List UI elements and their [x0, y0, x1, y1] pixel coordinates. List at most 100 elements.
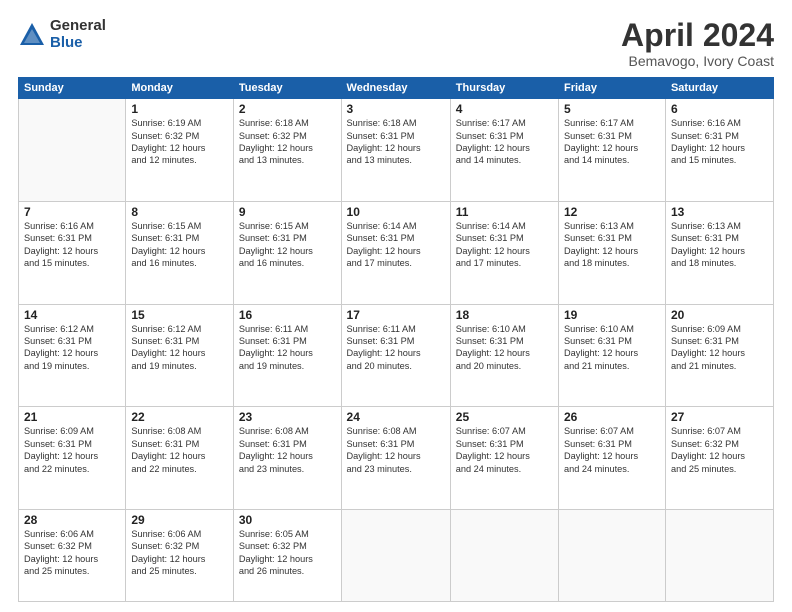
day-info: Sunrise: 6:17 AM Sunset: 6:31 PM Dayligh…: [564, 117, 660, 167]
calendar-cell: 4Sunrise: 6:17 AM Sunset: 6:31 PM Daylig…: [450, 99, 558, 202]
week-row-1: 1Sunrise: 6:19 AM Sunset: 6:32 PM Daylig…: [19, 99, 774, 202]
calendar-cell: 8Sunrise: 6:15 AM Sunset: 6:31 PM Daylig…: [126, 201, 234, 304]
calendar-cell: 10Sunrise: 6:14 AM Sunset: 6:31 PM Dayli…: [341, 201, 450, 304]
day-info: Sunrise: 6:14 AM Sunset: 6:31 PM Dayligh…: [347, 220, 445, 270]
day-info: Sunrise: 6:18 AM Sunset: 6:31 PM Dayligh…: [347, 117, 445, 167]
calendar-cell: 24Sunrise: 6:08 AM Sunset: 6:31 PM Dayli…: [341, 407, 450, 510]
day-info: Sunrise: 6:09 AM Sunset: 6:31 PM Dayligh…: [24, 425, 120, 475]
week-row-4: 21Sunrise: 6:09 AM Sunset: 6:31 PM Dayli…: [19, 407, 774, 510]
calendar-cell: 14Sunrise: 6:12 AM Sunset: 6:31 PM Dayli…: [19, 304, 126, 407]
day-info: Sunrise: 6:07 AM Sunset: 6:31 PM Dayligh…: [564, 425, 660, 475]
day-info: Sunrise: 6:15 AM Sunset: 6:31 PM Dayligh…: [131, 220, 228, 270]
day-info: Sunrise: 6:07 AM Sunset: 6:31 PM Dayligh…: [456, 425, 553, 475]
calendar-cell: 11Sunrise: 6:14 AM Sunset: 6:31 PM Dayli…: [450, 201, 558, 304]
day-header-friday: Friday: [559, 78, 666, 99]
logo-text: General Blue: [50, 18, 106, 51]
calendar-cell: 6Sunrise: 6:16 AM Sunset: 6:31 PM Daylig…: [665, 99, 773, 202]
day-number: 8: [131, 205, 228, 219]
day-number: 26: [564, 410, 660, 424]
day-number: 14: [24, 308, 120, 322]
day-number: 15: [131, 308, 228, 322]
day-number: 4: [456, 102, 553, 116]
calendar-cell: 19Sunrise: 6:10 AM Sunset: 6:31 PM Dayli…: [559, 304, 666, 407]
day-info: Sunrise: 6:06 AM Sunset: 6:32 PM Dayligh…: [131, 528, 228, 578]
day-header-wednesday: Wednesday: [341, 78, 450, 99]
day-number: 19: [564, 308, 660, 322]
calendar-cell: 9Sunrise: 6:15 AM Sunset: 6:31 PM Daylig…: [233, 201, 341, 304]
calendar-cell: 25Sunrise: 6:07 AM Sunset: 6:31 PM Dayli…: [450, 407, 558, 510]
calendar-cell: [19, 99, 126, 202]
day-info: Sunrise: 6:15 AM Sunset: 6:31 PM Dayligh…: [239, 220, 336, 270]
day-info: Sunrise: 6:18 AM Sunset: 6:32 PM Dayligh…: [239, 117, 336, 167]
calendar-cell: 2Sunrise: 6:18 AM Sunset: 6:32 PM Daylig…: [233, 99, 341, 202]
calendar-cell: 20Sunrise: 6:09 AM Sunset: 6:31 PM Dayli…: [665, 304, 773, 407]
calendar-cell: 16Sunrise: 6:11 AM Sunset: 6:31 PM Dayli…: [233, 304, 341, 407]
day-info: Sunrise: 6:14 AM Sunset: 6:31 PM Dayligh…: [456, 220, 553, 270]
calendar-cell: 7Sunrise: 6:16 AM Sunset: 6:31 PM Daylig…: [19, 201, 126, 304]
day-info: Sunrise: 6:12 AM Sunset: 6:31 PM Dayligh…: [131, 323, 228, 373]
day-info: Sunrise: 6:10 AM Sunset: 6:31 PM Dayligh…: [564, 323, 660, 373]
calendar-cell: 15Sunrise: 6:12 AM Sunset: 6:31 PM Dayli…: [126, 304, 234, 407]
calendar-cell: [450, 509, 558, 601]
day-number: 24: [347, 410, 445, 424]
calendar-title: April 2024: [621, 18, 774, 53]
day-info: Sunrise: 6:08 AM Sunset: 6:31 PM Dayligh…: [347, 425, 445, 475]
calendar-cell: 18Sunrise: 6:10 AM Sunset: 6:31 PM Dayli…: [450, 304, 558, 407]
title-area: April 2024 Bemavogo, Ivory Coast: [621, 18, 774, 69]
calendar-body: 1Sunrise: 6:19 AM Sunset: 6:32 PM Daylig…: [19, 99, 774, 602]
day-number: 11: [456, 205, 553, 219]
day-number: 12: [564, 205, 660, 219]
day-header-monday: Monday: [126, 78, 234, 99]
calendar-table: SundayMondayTuesdayWednesdayThursdayFrid…: [18, 77, 774, 602]
day-number: 16: [239, 308, 336, 322]
day-header-tuesday: Tuesday: [233, 78, 341, 99]
day-number: 21: [24, 410, 120, 424]
day-number: 18: [456, 308, 553, 322]
page: General Blue April 2024 Bemavogo, Ivory …: [0, 0, 792, 612]
calendar-header: SundayMondayTuesdayWednesdayThursdayFrid…: [19, 78, 774, 99]
day-info: Sunrise: 6:10 AM Sunset: 6:31 PM Dayligh…: [456, 323, 553, 373]
day-number: 25: [456, 410, 553, 424]
day-info: Sunrise: 6:08 AM Sunset: 6:31 PM Dayligh…: [131, 425, 228, 475]
day-header-saturday: Saturday: [665, 78, 773, 99]
day-info: Sunrise: 6:19 AM Sunset: 6:32 PM Dayligh…: [131, 117, 228, 167]
logo: General Blue: [18, 18, 106, 51]
day-info: Sunrise: 6:12 AM Sunset: 6:31 PM Dayligh…: [24, 323, 120, 373]
day-info: Sunrise: 6:13 AM Sunset: 6:31 PM Dayligh…: [671, 220, 768, 270]
day-header-thursday: Thursday: [450, 78, 558, 99]
day-number: 29: [131, 513, 228, 527]
calendar-cell: 26Sunrise: 6:07 AM Sunset: 6:31 PM Dayli…: [559, 407, 666, 510]
day-number: 17: [347, 308, 445, 322]
day-number: 9: [239, 205, 336, 219]
calendar-cell: 22Sunrise: 6:08 AM Sunset: 6:31 PM Dayli…: [126, 407, 234, 510]
week-row-3: 14Sunrise: 6:12 AM Sunset: 6:31 PM Dayli…: [19, 304, 774, 407]
calendar-cell: 29Sunrise: 6:06 AM Sunset: 6:32 PM Dayli…: [126, 509, 234, 601]
day-info: Sunrise: 6:16 AM Sunset: 6:31 PM Dayligh…: [24, 220, 120, 270]
day-info: Sunrise: 6:09 AM Sunset: 6:31 PM Dayligh…: [671, 323, 768, 373]
day-info: Sunrise: 6:11 AM Sunset: 6:31 PM Dayligh…: [347, 323, 445, 373]
calendar-cell: [665, 509, 773, 601]
calendar-cell: 13Sunrise: 6:13 AM Sunset: 6:31 PM Dayli…: [665, 201, 773, 304]
header: General Blue April 2024 Bemavogo, Ivory …: [18, 18, 774, 69]
header-row: SundayMondayTuesdayWednesdayThursdayFrid…: [19, 78, 774, 99]
calendar-cell: 23Sunrise: 6:08 AM Sunset: 6:31 PM Dayli…: [233, 407, 341, 510]
day-info: Sunrise: 6:05 AM Sunset: 6:32 PM Dayligh…: [239, 528, 336, 578]
day-number: 30: [239, 513, 336, 527]
calendar-cell: 17Sunrise: 6:11 AM Sunset: 6:31 PM Dayli…: [341, 304, 450, 407]
calendar-cell: 3Sunrise: 6:18 AM Sunset: 6:31 PM Daylig…: [341, 99, 450, 202]
calendar-cell: 1Sunrise: 6:19 AM Sunset: 6:32 PM Daylig…: [126, 99, 234, 202]
day-info: Sunrise: 6:13 AM Sunset: 6:31 PM Dayligh…: [564, 220, 660, 270]
day-info: Sunrise: 6:16 AM Sunset: 6:31 PM Dayligh…: [671, 117, 768, 167]
day-number: 20: [671, 308, 768, 322]
day-info: Sunrise: 6:06 AM Sunset: 6:32 PM Dayligh…: [24, 528, 120, 578]
day-number: 1: [131, 102, 228, 116]
calendar-cell: 28Sunrise: 6:06 AM Sunset: 6:32 PM Dayli…: [19, 509, 126, 601]
calendar-subtitle: Bemavogo, Ivory Coast: [621, 53, 774, 69]
week-row-5: 28Sunrise: 6:06 AM Sunset: 6:32 PM Dayli…: [19, 509, 774, 601]
day-number: 27: [671, 410, 768, 424]
day-info: Sunrise: 6:07 AM Sunset: 6:32 PM Dayligh…: [671, 425, 768, 475]
day-number: 3: [347, 102, 445, 116]
day-number: 13: [671, 205, 768, 219]
day-number: 22: [131, 410, 228, 424]
calendar-cell: [341, 509, 450, 601]
